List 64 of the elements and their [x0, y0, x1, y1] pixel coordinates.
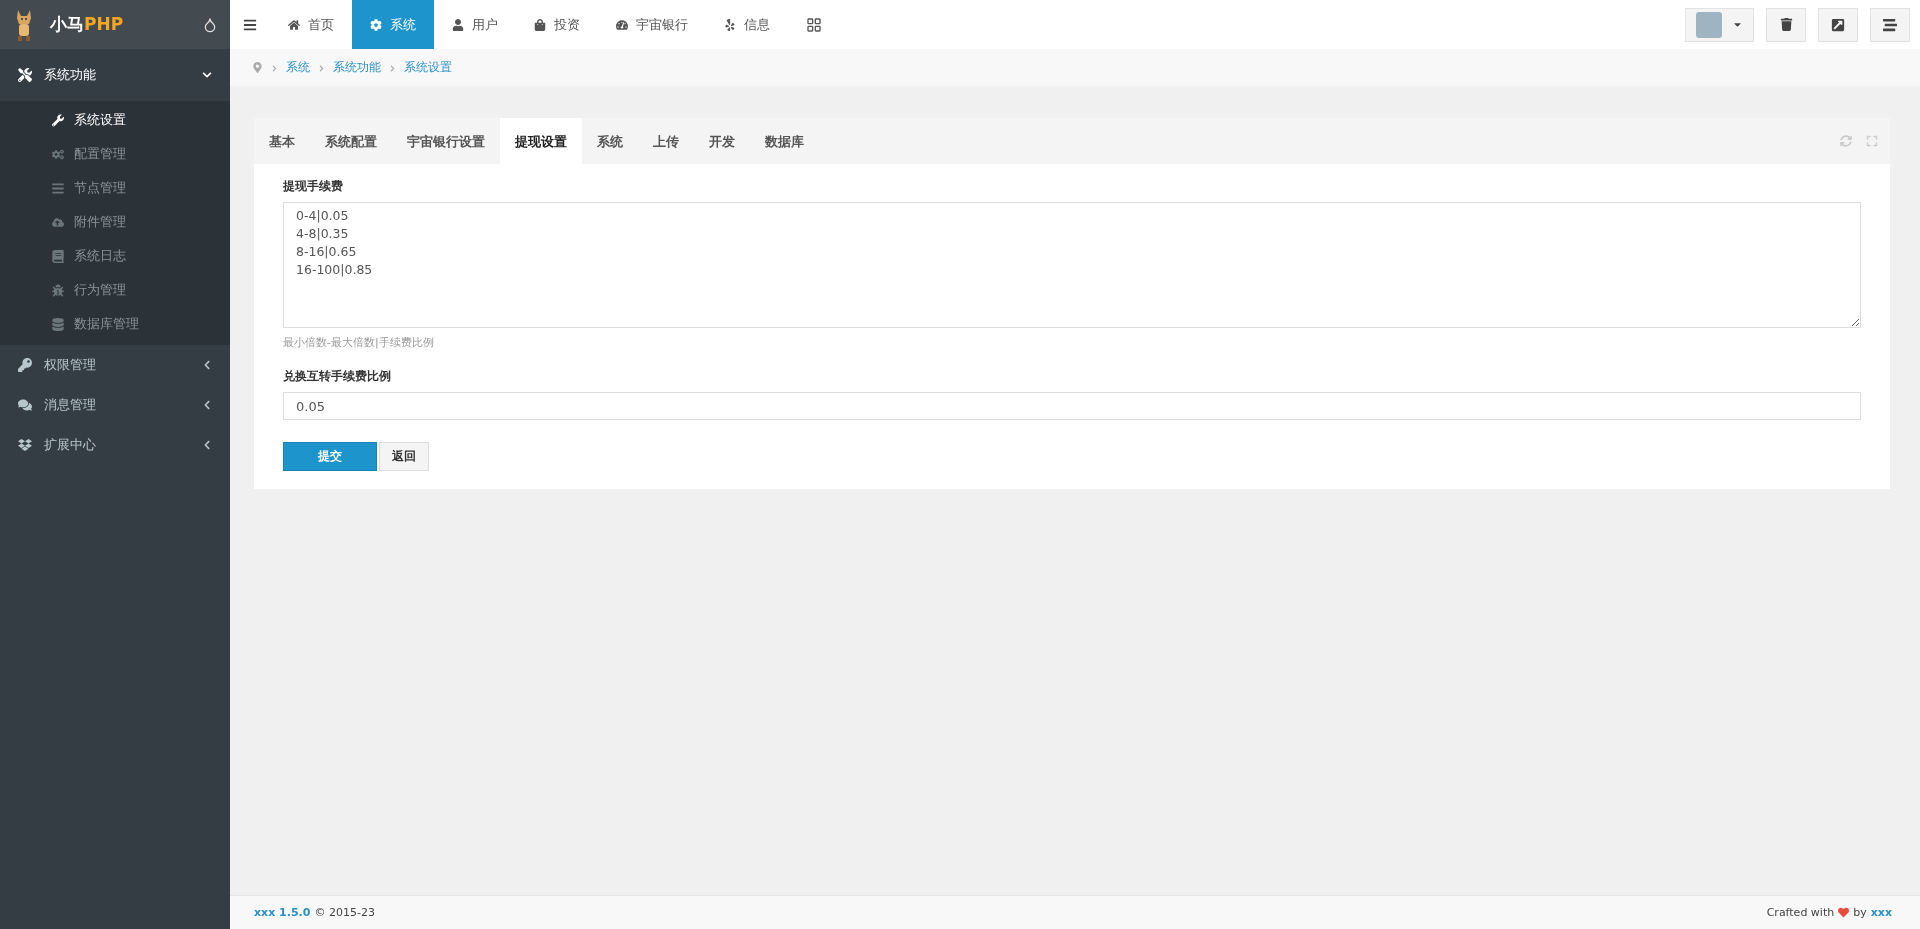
nav-icon: [452, 18, 464, 31]
breadcrumb-link[interactable]: 系统: [286, 59, 310, 76]
heart-icon: [1838, 907, 1850, 918]
external-link-icon: [1831, 17, 1845, 32]
sidebar-item[interactable]: 附件管理: [0, 205, 230, 239]
chevron-left-icon: [202, 360, 212, 370]
nav-icon: [616, 18, 628, 31]
menu-item-icon: [52, 215, 64, 229]
nav-icon: [370, 18, 382, 31]
group-icon: [18, 438, 32, 452]
help-text: 最小倍数-最大倍数|手续费比例: [283, 335, 435, 350]
nav-item[interactable]: 信息: [706, 0, 788, 49]
by-text: by: [1853, 906, 1867, 919]
group-icon: [18, 358, 32, 372]
field-label: 兑换互转手续费比例: [283, 368, 392, 385]
sidebar-group[interactable]: 消息管理: [0, 385, 230, 425]
avatar-placeholder: [1696, 11, 1722, 38]
sidebar-item[interactable]: 行为管理: [0, 273, 230, 307]
nav-item[interactable]: 投资: [516, 0, 598, 49]
chevron-left-icon: [202, 440, 212, 450]
sidebar-group[interactable]: 扩展中心: [0, 425, 230, 465]
crafted-text: Crafted with: [1766, 906, 1835, 919]
sidebar-item[interactable]: 配置管理: [0, 137, 230, 171]
submit-button[interactable]: 提交: [283, 442, 377, 471]
menu-item-icon: [52, 283, 64, 297]
textarea-field[interactable]: 0-4|0.05 4-8|0.35 8-16|0.65 16-100|0.85: [283, 202, 1861, 328]
list-icon: [1883, 17, 1897, 32]
trash-icon: [1779, 18, 1793, 31]
breadcrumb-link[interactable]: 系统功能: [333, 59, 381, 76]
sidebar-group[interactable]: 系统功能: [0, 49, 230, 101]
sidebar-group[interactable]: 权限管理: [0, 345, 230, 385]
nav-item[interactable]: 宇宙银行: [598, 0, 706, 49]
sidebar-item[interactable]: 系统设置: [0, 103, 230, 137]
logo-text: 小马PHP: [50, 13, 125, 36]
field-label: 提现手续费: [283, 178, 344, 195]
input-field[interactable]: 0.05: [283, 392, 1861, 420]
tab[interactable]: 提现设置: [500, 118, 582, 164]
trash-button[interactable]: [1766, 7, 1806, 42]
location-icon: [252, 62, 263, 73]
droplet-icon[interactable]: [202, 16, 218, 33]
chevron-down-icon: [202, 70, 212, 80]
sidebar-item[interactable]: 节点管理: [0, 171, 230, 205]
back-button[interactable]: 返回: [379, 442, 429, 471]
menu-item-icon: [52, 317, 64, 331]
list-button[interactable]: [1870, 7, 1910, 42]
breadcrumb-link[interactable]: 系统设置: [404, 59, 452, 76]
nav-icon: [534, 18, 546, 31]
nav-icon: [288, 18, 300, 31]
chevron-left-icon: [202, 400, 212, 410]
sidebar-item[interactable]: 系统日志: [0, 239, 230, 273]
menu-item-icon: [52, 147, 64, 161]
group-icon: [18, 398, 32, 412]
copyright-text: © 2015-23: [314, 906, 375, 919]
nav-item[interactable]: 用户: [434, 0, 516, 49]
external-link-button[interactable]: [1818, 7, 1858, 42]
nav-icon: [724, 18, 736, 31]
version-link[interactable]: xxx 1.5.0: [254, 906, 311, 919]
group-icon: [18, 68, 32, 82]
sidebar-item[interactable]: 数据库管理: [0, 307, 230, 341]
nav-item[interactable]: 系统: [352, 0, 434, 49]
menu-item-icon: [52, 249, 64, 263]
menu-item-icon: [52, 113, 64, 127]
menu-item-icon: [52, 181, 64, 195]
nav-item[interactable]: 首页: [270, 0, 352, 49]
